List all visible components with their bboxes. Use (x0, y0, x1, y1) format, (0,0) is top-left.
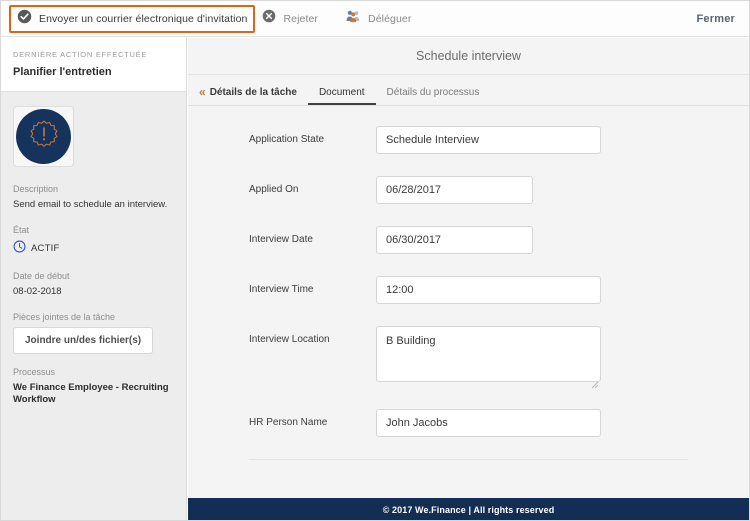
attach-files-button[interactable]: Joindre un/des fichier(s) (13, 326, 154, 354)
description-field: Description Send email to schedule an in… (13, 184, 174, 212)
action-toolbar: Envoyer un courrier électronique d'invit… (1, 1, 749, 37)
last-action-value: Planifier l'entretien (13, 66, 112, 78)
main-title-bar: Schedule interview (188, 38, 749, 75)
main-panel: Schedule interview « Détails de la tâche… (188, 38, 749, 520)
form-row: Interview Time (188, 276, 749, 304)
task-avatar (13, 106, 74, 167)
form-divider (249, 459, 688, 460)
double-chevron-left-icon: « (199, 85, 206, 99)
state-value: ACTIF (31, 243, 60, 255)
applied-on-input[interactable] (376, 176, 533, 204)
description-value: Send email to schedule an interview. (13, 199, 168, 210)
interview-time-label: Interview Time (249, 284, 314, 295)
attachments-field: Pièces jointes de la tâche Joindre un/de… (13, 312, 174, 354)
applied-on-label: Applied On (249, 184, 299, 195)
process-value: We Finance Employee - Recruiting Workflo… (13, 381, 169, 406)
interview-time-input[interactable] (376, 276, 601, 304)
interview-location-textarea[interactable] (376, 326, 601, 382)
interview-location-wrapper (376, 326, 601, 389)
clock-circle-icon (13, 240, 26, 258)
reject-label: Rejeter (283, 12, 319, 25)
state-field: État ACTIF (13, 225, 174, 258)
document-form: Application State Applied On Interview D… (188, 107, 749, 498)
status-badge: ACTIF (13, 240, 174, 258)
application-state-input[interactable] (376, 126, 601, 154)
page-title: Schedule interview (416, 49, 521, 63)
people-group-icon (346, 9, 361, 28)
form-row: Interview Location (188, 326, 749, 389)
start-date-label: Date de début (13, 270, 70, 281)
avatar (16, 109, 71, 164)
form-row: Applied On (188, 176, 749, 204)
tab-task-details-label: Détails de la tâche (209, 86, 297, 98)
toolbar-actions: Envoyer un courrier électronique d'invit… (9, 4, 418, 33)
process-label: Processus (13, 366, 56, 377)
application-state-label: Application State (249, 134, 325, 145)
interview-location-label: Interview Location (249, 334, 330, 345)
form-row: Interview Date (188, 226, 749, 254)
delegate-label: Déléguer (368, 12, 412, 25)
last-action-kicker: DERNIÈRE ACTION EFFECTUÉE (13, 50, 148, 59)
interview-date-label: Interview Date (249, 234, 313, 245)
hr-person-name-input[interactable] (376, 409, 601, 437)
copyright-text: © 2017 We.Finance | All rights reserved (382, 504, 555, 515)
send-invitation-email-label: Envoyer un courrier électronique d'invit… (39, 12, 248, 25)
close-button[interactable]: Fermer (697, 13, 736, 25)
reject-button[interactable]: Rejeter (255, 6, 325, 32)
state-label: État (13, 224, 30, 235)
alert-burst-icon (29, 119, 59, 154)
tab-process-details[interactable]: Détails du processus (376, 87, 491, 105)
footer-bar: © 2017 We.Finance | All rights reserved (188, 498, 749, 520)
start-date-field: Date de début 08-02-2018 (13, 271, 174, 299)
tab-task-details[interactable]: « Détails de la tâche (197, 86, 308, 105)
form-row: Application State (188, 126, 749, 154)
sidebar-body: Description Send email to schedule an in… (1, 92, 186, 407)
delegate-button[interactable]: Déléguer (339, 6, 418, 32)
tab-document[interactable]: Document (307, 87, 376, 105)
form-row: HR Person Name (188, 409, 749, 437)
task-sidebar: DERNIÈRE ACTION EFFECTUÉE Planifier l'en… (1, 38, 187, 520)
application-window: Envoyer un courrier électronique d'invit… (0, 0, 750, 521)
x-circle-icon (262, 9, 276, 28)
send-invitation-email-button[interactable]: Envoyer un courrier électronique d'invit… (9, 4, 256, 33)
check-circle-icon (17, 9, 32, 29)
description-label: Description (13, 184, 59, 194)
attachments-label: Pièces jointes de la tâche (13, 311, 116, 322)
tab-bar: « Détails de la tâche Document Détails d… (188, 75, 749, 106)
last-action-section: DERNIÈRE ACTION EFFECTUÉE Planifier l'en… (1, 38, 186, 92)
interview-date-input[interactable] (376, 226, 533, 254)
start-date-value: 08-02-2018 (13, 285, 62, 297)
process-field: Processus We Finance Employee - Recruiti… (13, 367, 174, 408)
hr-person-name-label: HR Person Name (249, 417, 328, 428)
